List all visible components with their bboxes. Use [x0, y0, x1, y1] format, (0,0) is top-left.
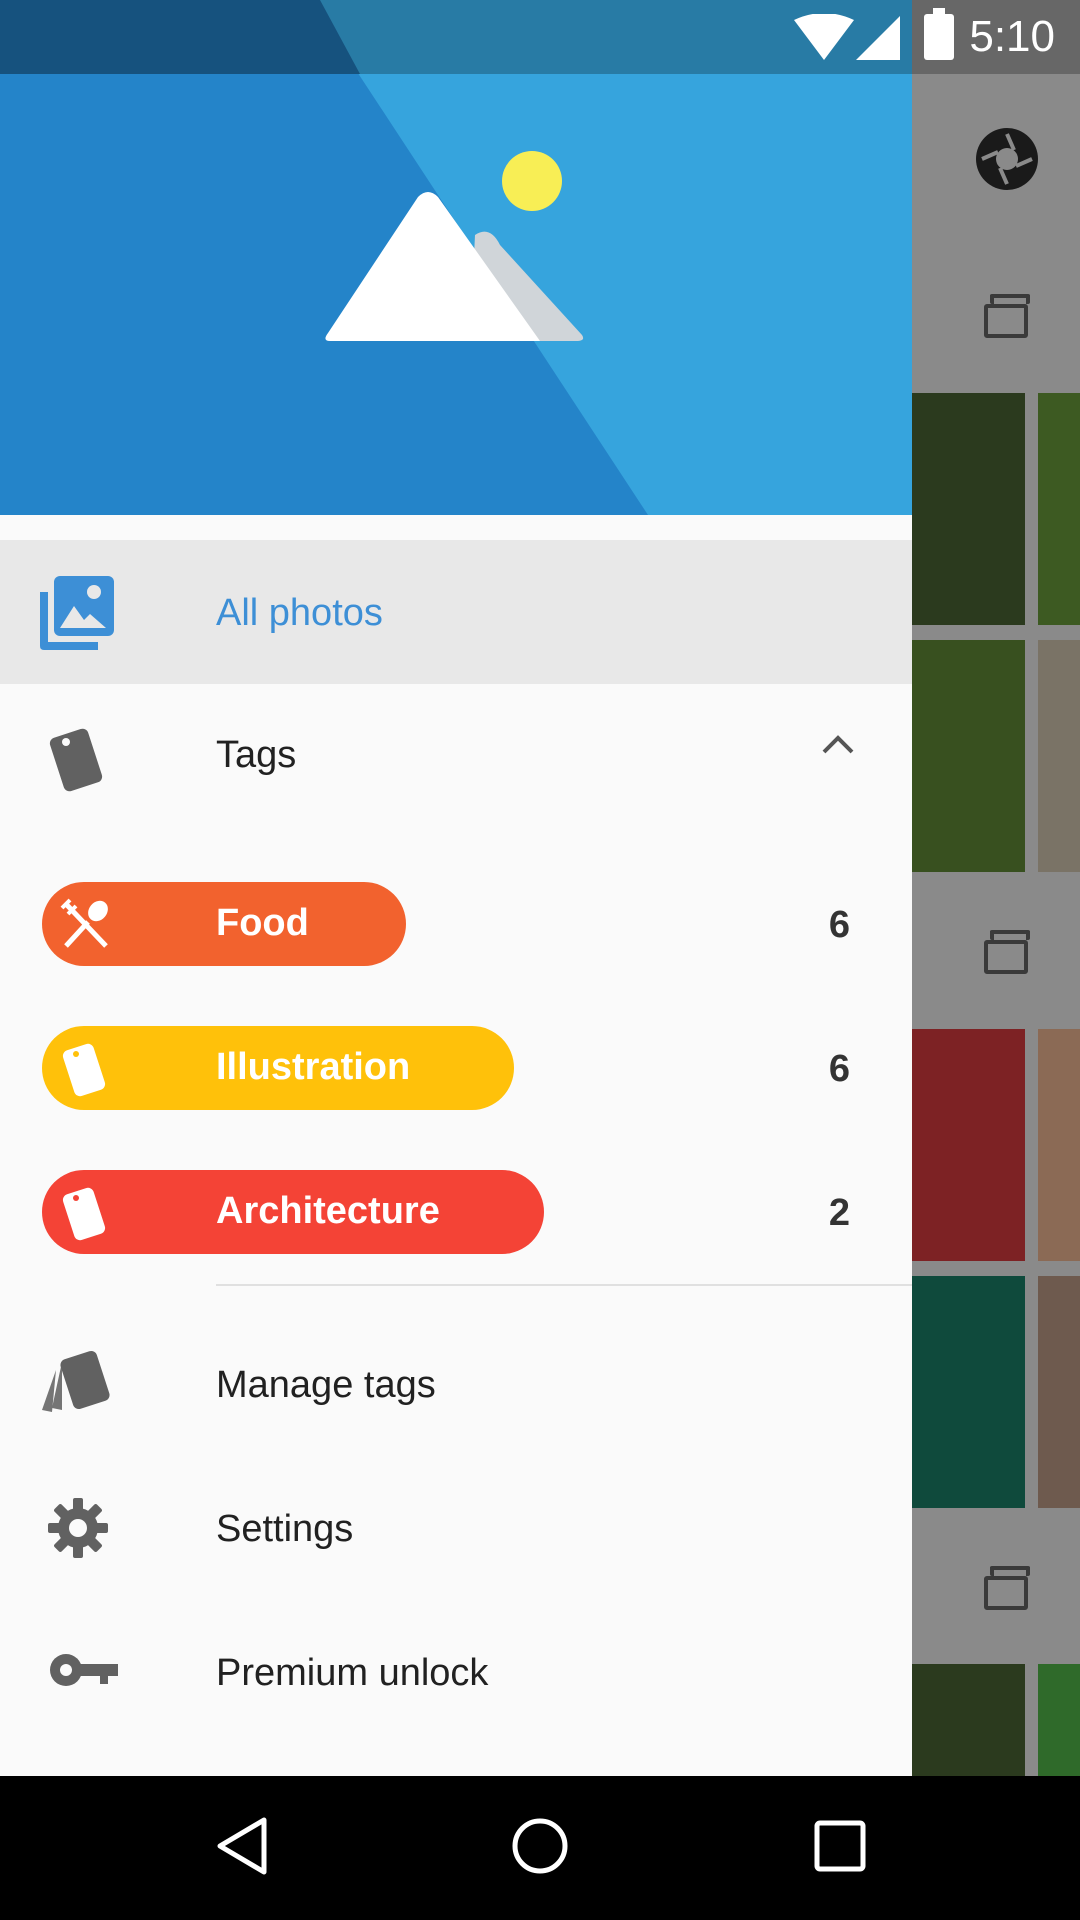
settings-label: Settings: [216, 1508, 354, 1550]
back-icon[interactable]: [210, 1814, 274, 1878]
tag-chip-architecture[interactable]: Architecture: [42, 1170, 544, 1254]
tag-icon: [62, 1043, 106, 1097]
aperture-icon: [976, 128, 1038, 190]
tag-icon: [62, 1187, 106, 1241]
multiple-tags-icon: [42, 1350, 110, 1412]
premium-unlock-label: Premium unlock: [216, 1652, 489, 1694]
mountain-landscape-logo: [325, 151, 584, 341]
photo-thumbnail: [912, 1276, 1025, 1508]
chevron-up-icon[interactable]: [818, 724, 858, 764]
system-navigation-bar: [0, 1776, 1080, 1920]
manage-tags-label: Manage tags: [216, 1364, 436, 1406]
photo-thumbnail: [912, 640, 1025, 872]
gear-icon: [48, 1498, 108, 1558]
battery-icon: [924, 8, 954, 60]
album-stack-icon: [984, 1566, 1030, 1610]
wifi-icon: [794, 14, 854, 60]
tag-chip-food[interactable]: Food: [42, 882, 406, 966]
fork-spoon-icon: [60, 898, 108, 948]
tag-label-illustration: Illustration: [216, 1046, 411, 1088]
photo-thumbnail: [1038, 393, 1080, 625]
tag-count-illustration: 6: [828, 1048, 850, 1090]
tags-label: Tags: [216, 734, 297, 776]
status-time: 5:10: [969, 12, 1055, 61]
divider: [216, 1284, 912, 1286]
navigation-drawer: All photos Tags Food 6 Illustration 6 Ar…: [0, 0, 912, 1776]
photo-thumbnail: [1038, 1664, 1080, 1776]
tag-count-food: 6: [828, 904, 850, 946]
photo-thumbnail: [1038, 1029, 1080, 1261]
photo-thumbnail: [912, 393, 1025, 625]
recents-icon[interactable]: [808, 1814, 872, 1878]
nav-item-manage-tags[interactable]: Manage tags: [0, 1312, 912, 1456]
photo-thumbnail: [1038, 1276, 1080, 1508]
photo-thumbnail: [912, 1664, 1025, 1776]
nav-item-all-photos[interactable]: All photos: [0, 540, 912, 684]
nav-item-premium-unlock[interactable]: Premium unlock: [0, 1600, 912, 1744]
nav-item-tags[interactable]: Tags: [0, 684, 912, 828]
tag-icon: [49, 728, 103, 792]
drawer-header: [0, 0, 912, 515]
album-stack-icon: [984, 294, 1030, 338]
tag-count-architecture: 2: [828, 1192, 850, 1234]
photo-thumbnail: [912, 1029, 1025, 1261]
nav-item-settings[interactable]: Settings: [0, 1456, 912, 1600]
cell-signal-icon: [856, 16, 900, 60]
status-bar: 5:10: [0, 0, 1080, 74]
tag-label-architecture: Architecture: [216, 1190, 440, 1232]
photo-library-icon: [40, 576, 114, 650]
tag-label-food: Food: [216, 902, 309, 944]
all-photos-label: All photos: [216, 592, 383, 634]
key-icon: [50, 1654, 118, 1686]
album-stack-icon: [984, 930, 1030, 974]
home-icon[interactable]: [508, 1814, 572, 1878]
tag-chip-illustration[interactable]: Illustration: [42, 1026, 514, 1110]
photo-thumbnail: [1038, 640, 1080, 872]
